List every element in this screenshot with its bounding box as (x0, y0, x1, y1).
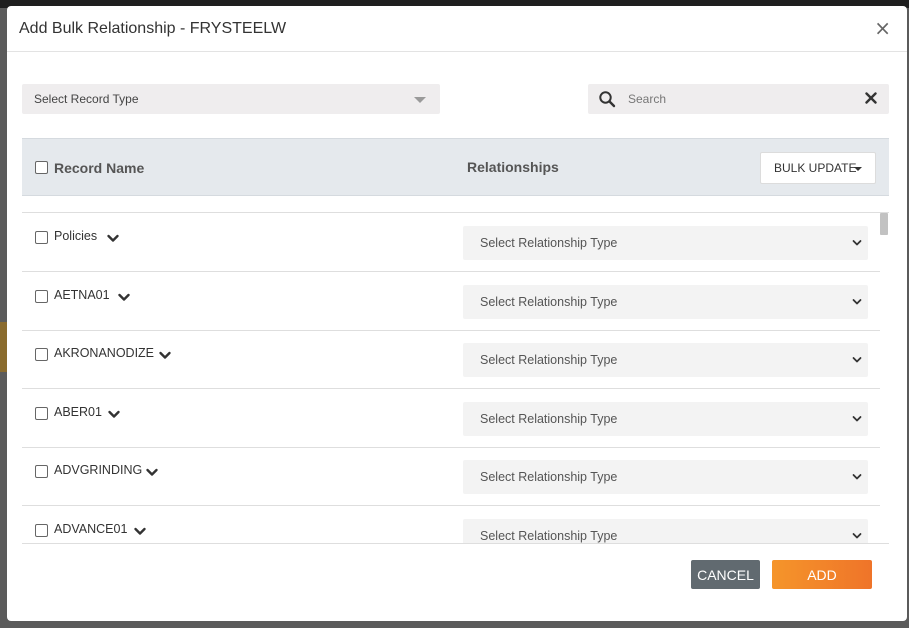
close-icon[interactable] (865, 92, 877, 104)
relationship-type-select[interactable]: Select Relationship Type (463, 343, 868, 377)
record-name: ADVANCE01 (54, 522, 128, 536)
relationship-type-select[interactable]: Select Relationship Type (463, 519, 868, 543)
record-name: ABER01 (54, 405, 102, 419)
cancel-button[interactable]: CANCEL (691, 560, 760, 589)
row-checkbox[interactable] (35, 348, 48, 361)
chevron-down-icon (852, 240, 862, 246)
table-header: Record Name Relationships BULK UPDATE (22, 138, 889, 196)
search-input[interactable] (628, 89, 848, 109)
bulk-update-button[interactable]: BULK UPDATE (760, 152, 876, 184)
chevron-down-icon[interactable] (133, 524, 147, 538)
relationship-type-value: Select Relationship Type (480, 236, 618, 250)
record-list[interactable]: Policies Select Relationship Type AETNA0… (22, 212, 889, 544)
row-checkbox[interactable] (35, 290, 48, 303)
relationship-type-value: Select Relationship Type (480, 412, 618, 426)
search-box (588, 84, 889, 114)
record-type-select[interactable]: Select Record Type (22, 84, 440, 114)
table-row: AKRONANODIZE Select Relationship Type (22, 330, 880, 389)
relationship-type-value: Select Relationship Type (480, 470, 618, 484)
row-checkbox[interactable] (35, 465, 48, 478)
caret-down-icon (854, 167, 862, 171)
chevron-down-icon (852, 416, 862, 422)
row-checkbox[interactable] (35, 407, 48, 420)
record-type-placeholder: Select Record Type (34, 92, 139, 106)
chevron-down-icon (852, 357, 862, 363)
table-row: ADVGRINDING Select Relationship Type (22, 447, 880, 506)
bulk-update-label: BULK UPDATE (774, 161, 857, 175)
record-name: Policies (54, 229, 98, 243)
search-icon (599, 91, 616, 108)
relationship-type-value: Select Relationship Type (480, 353, 618, 367)
record-name: AETNA01 (54, 288, 110, 302)
relationship-type-select[interactable]: Select Relationship Type (463, 226, 868, 260)
chevron-down-icon (852, 299, 862, 305)
chevron-down-icon[interactable] (106, 231, 120, 245)
add-bulk-relationship-modal: Add Bulk Relationship - FRYSTEELW × Sele… (7, 6, 907, 621)
chevron-down-icon[interactable] (107, 407, 121, 421)
modal-header: Add Bulk Relationship - FRYSTEELW × (7, 6, 907, 52)
column-header-record-name: Record Name (54, 160, 145, 176)
modal-title: Add Bulk Relationship - FRYSTEELW (19, 20, 287, 37)
relationship-type-select[interactable]: Select Relationship Type (463, 460, 868, 494)
row-checkbox[interactable] (35, 231, 48, 244)
table-row: AETNA01 Select Relationship Type (22, 272, 880, 331)
row-checkbox[interactable] (35, 524, 48, 537)
add-button[interactable]: ADD (772, 560, 872, 589)
chevron-down-icon[interactable] (145, 465, 159, 479)
relationship-type-value: Select Relationship Type (480, 295, 618, 309)
relationship-type-select[interactable]: Select Relationship Type (463, 402, 868, 436)
close-icon[interactable]: × (874, 18, 891, 38)
relationship-type-select[interactable]: Select Relationship Type (463, 285, 868, 319)
record-name: AKRONANODIZE (54, 346, 155, 360)
table-row: ADVANCE01 Select Relationship Type (22, 506, 880, 543)
chevron-down-icon[interactable] (117, 290, 131, 304)
chevron-down-icon (852, 474, 862, 480)
record-name: ADVGRINDING (54, 463, 143, 477)
table-row: Policies Select Relationship Type (22, 213, 880, 272)
column-header-relationships: Relationships (467, 159, 559, 175)
table-row: ABER01 Select Relationship Type (22, 389, 880, 448)
scrollbar-thumb[interactable] (880, 213, 888, 235)
select-all-checkbox[interactable] (35, 161, 48, 174)
caret-down-icon (414, 97, 426, 103)
chevron-down-icon (852, 533, 862, 539)
relationship-type-value: Select Relationship Type (480, 529, 618, 543)
chevron-down-icon[interactable] (158, 348, 172, 362)
